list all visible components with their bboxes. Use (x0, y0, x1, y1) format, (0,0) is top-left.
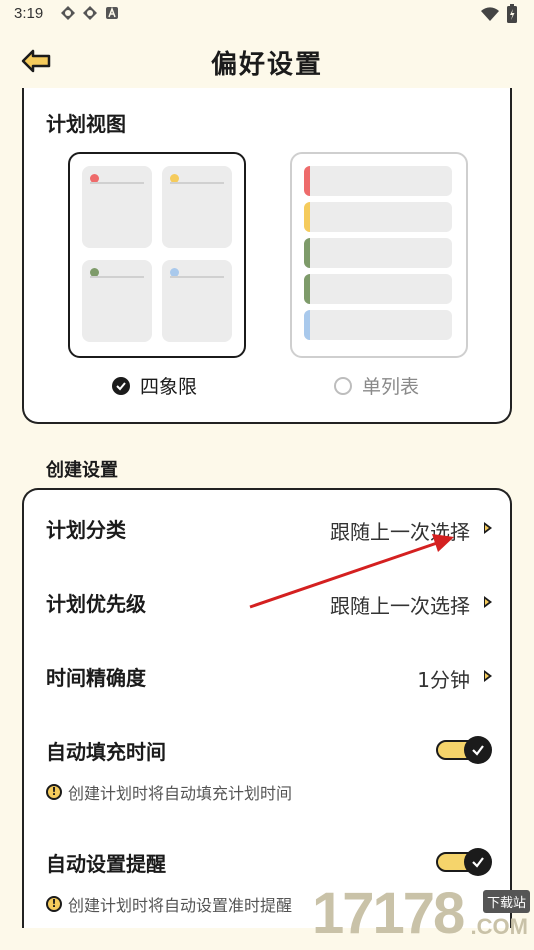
auto-reminder-toggle[interactable] (436, 848, 492, 876)
plan-view-title: 计划视图 (46, 112, 126, 136)
quadrant-view-option[interactable] (68, 152, 246, 358)
list-preview-row (304, 166, 452, 196)
auto-fill-time-label: 自动填充时间 (46, 740, 166, 764)
status-system-icons (480, 4, 518, 28)
create-settings-title: 创建设置 (46, 460, 118, 481)
auto-fill-time-toggle[interactable] (436, 736, 492, 764)
battery-icon (506, 4, 518, 28)
app-notification-icon (60, 5, 76, 21)
app-notification-icon (82, 5, 98, 21)
plan-priority-value: 跟随上一次选择 (330, 594, 470, 618)
info-icon: ! (46, 784, 62, 800)
quadrant-label: 四象限 (140, 376, 198, 398)
auto-reminder-label: 自动设置提醒 (46, 852, 166, 876)
list-radio[interactable]: 单列表 (334, 372, 419, 399)
radio-unchecked-icon (334, 376, 352, 395)
auto-fill-time-row: 自动填充时间 (46, 730, 492, 770)
watermark-logo: 17178 下载站 .COM (312, 884, 534, 950)
plan-priority-label: 计划优先级 (46, 592, 146, 616)
radio-checked-icon (112, 376, 130, 395)
time-precision-value: 1分钟 (417, 668, 470, 692)
watermark-tag: 下载站 (482, 890, 530, 913)
time-precision-row[interactable]: 时间精确度 1分钟 (46, 656, 492, 696)
quadrant-cell (82, 260, 152, 342)
watermark-domain: .COM (470, 914, 528, 939)
page-title: 偏好设置 (210, 50, 323, 80)
auto-reminder-hint-text: 创建计划时将自动设置准时提醒 (68, 896, 293, 915)
quadrant-radio[interactable]: 四象限 (112, 372, 197, 399)
toggle-check-icon (464, 848, 492, 876)
plan-category-row[interactable]: 计划分类 跟随上一次选择 (46, 508, 492, 548)
toggle-check-icon (464, 736, 492, 764)
time-precision-label: 时间精确度 (46, 666, 146, 690)
a-notification-icon (104, 5, 120, 21)
info-icon: ! (46, 896, 62, 912)
create-settings-card: 计划分类 跟随上一次选择 计划优先级 跟随上一次选择 时间精确度 1分钟 自动填… (22, 488, 512, 928)
watermark-number: 17178 (312, 881, 465, 946)
quadrant-cell (82, 166, 152, 248)
quadrant-cell (162, 260, 232, 342)
chevron-right-icon (484, 596, 492, 608)
list-preview-row (304, 238, 452, 268)
chevron-right-icon (484, 670, 492, 682)
plan-priority-row[interactable]: 计划优先级 跟随上一次选择 (46, 582, 492, 622)
quadrant-cell (162, 166, 232, 248)
list-preview-row (304, 202, 452, 232)
list-label: 单列表 (362, 376, 420, 398)
status-notification-icons (60, 5, 120, 21)
wifi-icon (480, 6, 500, 26)
list-preview-row (304, 274, 452, 304)
plan-category-label: 计划分类 (46, 518, 126, 542)
chevron-right-icon (484, 522, 492, 534)
status-time: 3:19 (14, 5, 44, 22)
plan-view-card: 计划视图 四象限 单列表 (22, 88, 512, 424)
status-bar: 3:19 (0, 0, 534, 28)
auto-reminder-row: 自动设置提醒 (46, 842, 492, 882)
list-preview-row (304, 310, 452, 340)
list-view-option[interactable] (290, 152, 468, 358)
plan-category-value: 跟随上一次选择 (330, 520, 470, 544)
auto-fill-time-hint-text: 创建计划时将自动填充计划时间 (68, 784, 293, 803)
auto-reminder-hint: ! 创建计划时将自动设置准时提醒 (46, 892, 292, 916)
auto-fill-time-hint: ! 创建计划时将自动填充计划时间 (46, 780, 292, 804)
